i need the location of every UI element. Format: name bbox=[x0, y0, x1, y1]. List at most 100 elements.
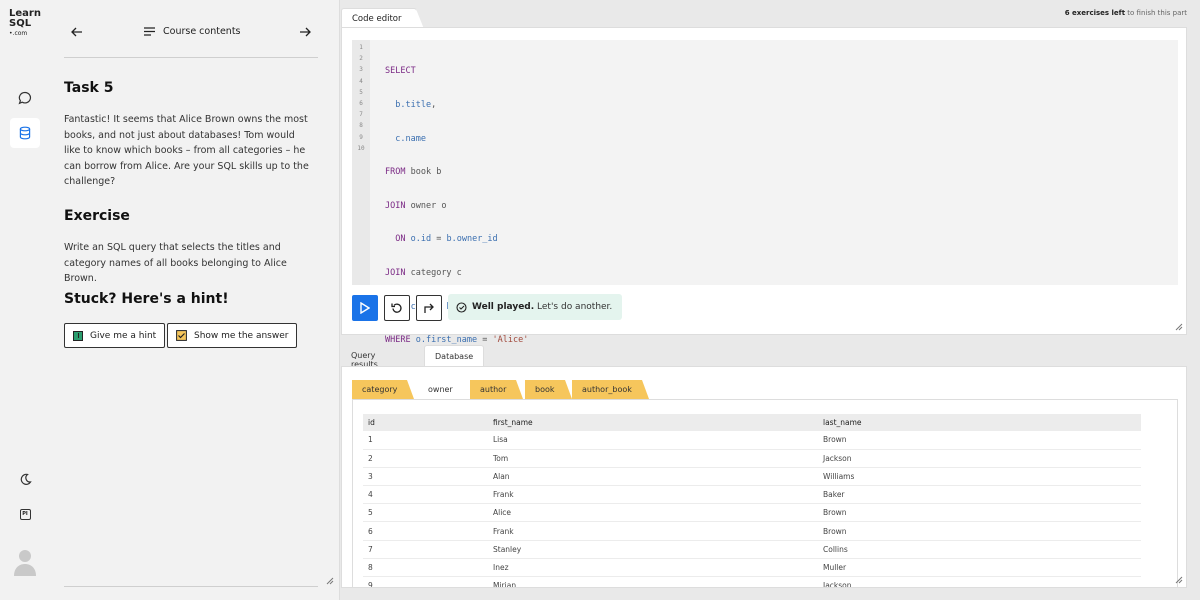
feedback-text: Let's do another. bbox=[534, 302, 613, 312]
show-answer-label: Show me the answer bbox=[194, 330, 289, 341]
column-header: id bbox=[363, 414, 488, 431]
arrow-left-icon[interactable] bbox=[70, 25, 84, 39]
table-cell: Frank bbox=[488, 521, 818, 541]
table-row: 7 Stanley Collins bbox=[363, 540, 1141, 559]
owner-table: id first_name last_name 1 Lisa Brown 2 Tom Ja… bbox=[363, 414, 1141, 587]
give-hint-button[interactable]: Give me a hint bbox=[64, 323, 166, 348]
owner-table-container[interactable]: id first_name last_name 1 Lisa Brown 2 Tom Ja… bbox=[352, 399, 1178, 587]
table-cell: 7 bbox=[363, 540, 488, 559]
give-hint-label: Give me a hint bbox=[90, 330, 157, 341]
chat-bubble-icon bbox=[18, 91, 32, 105]
table-cell: Alan bbox=[488, 467, 818, 487]
course-contents-label: Course contents bbox=[163, 26, 241, 37]
show-answer-button[interactable]: Show me the answer bbox=[167, 323, 298, 348]
moon-icon bbox=[20, 473, 32, 485]
next-button[interactable] bbox=[416, 295, 442, 321]
theme-toggle-button[interactable] bbox=[10, 464, 40, 494]
task-panel: Course contents Task 5 Fantastic! It see… bbox=[50, 0, 340, 600]
table-tab-owner[interactable]: owner bbox=[418, 380, 470, 399]
line-number: 8 bbox=[359, 122, 363, 130]
table-row: 9 Mirian Jackson bbox=[363, 576, 1141, 587]
line-number-gutter: 1 2 3 4 5 6 7 8 9 10 bbox=[352, 40, 370, 285]
line-number: 6 bbox=[359, 99, 363, 107]
table-row: 8 Inez Muller bbox=[363, 558, 1141, 578]
code-editor-tab-label: Code editor bbox=[352, 14, 402, 24]
line-number: 7 bbox=[359, 111, 363, 119]
code-editor[interactable]: 1 2 3 4 5 6 7 8 9 10 SELECT b.title, c.name FROM … bbox=[352, 40, 1178, 379]
exercises-left: 6 exercises left to finish this part bbox=[1064, 9, 1187, 17]
table-cell: 9 bbox=[363, 576, 488, 587]
table-cell: Muller bbox=[818, 558, 1141, 578]
table-cell: Jackson bbox=[818, 576, 1141, 587]
task-description: Fantastic! It seems that Alice Brown own… bbox=[64, 114, 309, 187]
course-nav: Course contents bbox=[64, 20, 318, 58]
table-cell: 4 bbox=[363, 485, 488, 505]
table-tab-author-book[interactable]: author_book bbox=[572, 380, 649, 399]
code-editor-panel: 1 2 3 4 5 6 7 8 9 10 SELECT b.title, c.name FROM … bbox=[341, 27, 1187, 379]
table-row: 4 Frank Baker bbox=[363, 485, 1141, 505]
hint-heading: Stuck? Here's a hint! bbox=[64, 291, 229, 307]
table-tab-author[interactable]: author bbox=[470, 380, 524, 399]
table-cell: Lisa bbox=[488, 431, 818, 450]
clap-icon bbox=[456, 301, 467, 313]
table-tab-book[interactable]: book bbox=[525, 380, 571, 399]
user-avatar-icon[interactable] bbox=[13, 548, 37, 576]
column-header: last_name bbox=[818, 414, 1141, 431]
table-cell: Mirian bbox=[488, 576, 818, 587]
table-row: 1 Lisa Brown bbox=[363, 431, 1141, 450]
tab-code-editor[interactable]: Code editor bbox=[341, 8, 424, 29]
table-cell: Stanley bbox=[488, 540, 818, 559]
table-cell: Frank bbox=[488, 485, 818, 505]
line-number: 10 bbox=[357, 144, 365, 152]
tab-database[interactable]: Database bbox=[424, 345, 485, 367]
table-tab-category[interactable]: category bbox=[352, 380, 415, 399]
tab-query-results[interactable]: Query results bbox=[341, 345, 388, 369]
arrow-right-icon[interactable] bbox=[298, 25, 312, 39]
line-number: 1 bbox=[359, 44, 363, 51]
table-cell: 5 bbox=[363, 503, 488, 523]
reset-icon bbox=[391, 303, 402, 313]
checkbox-icon bbox=[176, 330, 187, 341]
line-number: 9 bbox=[359, 133, 363, 141]
resize-handle-icon[interactable] bbox=[326, 577, 334, 585]
table-row: 2 Tom Jackson bbox=[363, 449, 1141, 468]
table-cell: 2 bbox=[363, 449, 488, 468]
chat-button[interactable] bbox=[10, 83, 40, 113]
table-cell: 8 bbox=[363, 558, 488, 578]
table-cell: Jackson bbox=[818, 449, 1141, 468]
exercise-text: Write an SQL query that selects the titl… bbox=[64, 242, 287, 284]
play-icon bbox=[360, 302, 370, 314]
line-number: 4 bbox=[359, 77, 363, 85]
pi-button[interactable]: PI bbox=[10, 499, 40, 529]
learnsql-logo[interactable]: Learn SQL •.com bbox=[9, 9, 41, 39]
pi-icon: PI bbox=[19, 508, 31, 520]
menu-lines-icon bbox=[144, 27, 155, 36]
line-number: 5 bbox=[359, 88, 363, 96]
table-cell: Tom bbox=[488, 449, 818, 468]
run-button[interactable] bbox=[352, 295, 378, 321]
table-cell: Williams bbox=[818, 467, 1141, 487]
exercise-heading: Exercise bbox=[64, 208, 130, 224]
table-row: 6 Frank Brown bbox=[363, 521, 1141, 541]
task-title: Task 5 bbox=[64, 80, 114, 96]
left-rail: Learn SQL •.com PI bbox=[0, 0, 50, 600]
table-header-row: id first_name last_name bbox=[363, 414, 1141, 431]
table-cell: Brown bbox=[818, 503, 1141, 523]
line-number: 2 bbox=[359, 55, 363, 63]
results-resize-icon[interactable] bbox=[1175, 576, 1183, 584]
feedback-message: Well played. Let's do another. bbox=[448, 294, 623, 320]
editor-resize-icon[interactable] bbox=[1175, 323, 1183, 331]
reset-button[interactable] bbox=[384, 295, 410, 321]
database-button[interactable] bbox=[10, 118, 40, 148]
column-header: first_name bbox=[488, 414, 818, 431]
table-cell: Collins bbox=[818, 540, 1141, 559]
table-cell: 1 bbox=[363, 431, 488, 450]
line-number: 3 bbox=[359, 66, 363, 74]
course-contents-button[interactable]: Course contents bbox=[144, 26, 241, 37]
redirect-arrow-icon bbox=[424, 303, 434, 313]
table-cell: Alice bbox=[488, 503, 818, 523]
table-cell: 3 bbox=[363, 467, 488, 487]
database-panel: category owner author book author_book i… bbox=[341, 366, 1187, 588]
table-row: 3 Alan Williams bbox=[363, 467, 1141, 487]
table-cell: Brown bbox=[818, 521, 1141, 541]
